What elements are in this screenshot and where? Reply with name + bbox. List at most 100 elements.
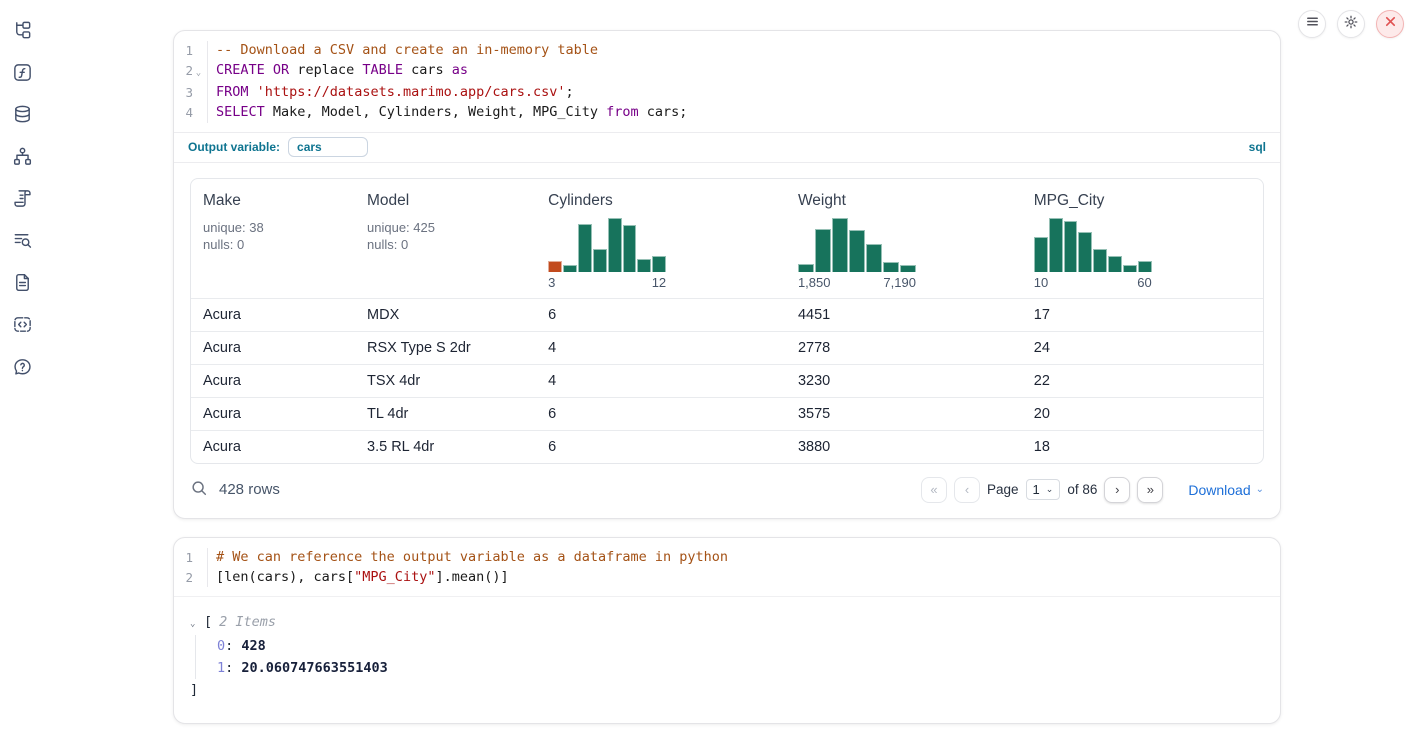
fold-chevron-icon[interactable]: ⌄ — [193, 64, 204, 84]
line-number: 3 — [174, 83, 208, 103]
column-header-mpg-city[interactable]: MPG_City 1060 — [1022, 179, 1263, 299]
document-icon — [12, 272, 33, 298]
sidebar-item-outline[interactable] — [9, 230, 35, 256]
table-row: AcuraTSX 4dr4323022 — [191, 364, 1263, 397]
histogram-bar — [1123, 265, 1137, 271]
python-code-editor[interactable]: 1# We can reference the output variable … — [174, 538, 1280, 596]
table-cell: 3.5 RL 4dr — [355, 430, 536, 463]
table-cell: 17 — [1022, 298, 1263, 331]
data-table-frame: Make unique: 38 nulls: 0 Model unique: 4… — [190, 178, 1264, 464]
sidebar-item-dependency-graph[interactable] — [9, 146, 35, 172]
histogram-bar — [815, 229, 831, 272]
page-select[interactable]: 1 ⌄ — [1026, 479, 1061, 500]
histogram-bar — [1064, 221, 1078, 272]
sidebar-item-file-explorer[interactable] — [9, 20, 35, 46]
table-cell: 22 — [1022, 364, 1263, 397]
table-cell: 4 — [536, 364, 786, 397]
table-cell: 6 — [536, 397, 786, 430]
histogram-bar — [563, 265, 577, 271]
column-header-make[interactable]: Make unique: 38 nulls: 0 — [191, 179, 355, 299]
line-number: 4 — [174, 103, 208, 123]
table-row: Acura3.5 RL 4dr6388018 — [191, 430, 1263, 463]
output-variable-input[interactable] — [288, 137, 368, 157]
first-page-button[interactable]: « — [921, 477, 947, 503]
table-cell: RSX Type S 2dr — [355, 331, 536, 364]
settings-button[interactable] — [1337, 10, 1365, 38]
table-cell: 18 — [1022, 430, 1263, 463]
column-header-cylinders[interactable]: Cylinders 312 — [536, 179, 786, 299]
histogram-bar — [578, 224, 592, 272]
data-table: Make unique: 38 nulls: 0 Model unique: 4… — [191, 179, 1263, 463]
line-number: 1 — [174, 548, 208, 568]
close-icon — [1384, 15, 1397, 33]
table-cell: TL 4dr — [355, 397, 536, 430]
sidebar-item-documentation[interactable] — [9, 272, 35, 298]
cell-language-badge: sql — [1249, 140, 1266, 154]
table-cell: Acura — [191, 364, 355, 397]
histogram-bar — [866, 244, 882, 272]
menu-button[interactable] — [1298, 10, 1326, 38]
sql-code-editor[interactable]: 1-- Download a CSV and create an in-memo… — [174, 31, 1280, 132]
sql-result-output: Make unique: 38 nulls: 0 Model unique: 4… — [174, 163, 1280, 464]
column-header-weight[interactable]: Weight 1,8507,190 — [786, 179, 1022, 299]
table-cell: 24 — [1022, 331, 1263, 364]
notebook: 1-- Download a CSV and create an in-memo… — [173, 30, 1281, 742]
histogram-bar — [1093, 249, 1107, 272]
histogram-bar — [883, 262, 899, 272]
items-count: 2 Items — [219, 611, 276, 633]
database-icon — [12, 104, 33, 130]
histogram-bar — [832, 218, 848, 272]
column-stats: unique: 425 nulls: 0 — [367, 219, 524, 253]
close-bracket: ] — [190, 679, 1264, 701]
table-cell: 6 — [536, 298, 786, 331]
sidebar-item-logs[interactable] — [9, 188, 35, 214]
table-row: AcuraRSX Type S 2dr4277824 — [191, 331, 1263, 364]
table-cell: Acura — [191, 397, 355, 430]
weight-histogram[interactable]: 1,8507,190 — [798, 218, 916, 290]
table-cell: TSX 4dr — [355, 364, 536, 397]
column-stats: unique: 38 nulls: 0 — [203, 219, 343, 253]
column-header-model[interactable]: Model unique: 425 nulls: 0 — [355, 179, 536, 299]
shutdown-button[interactable] — [1376, 10, 1404, 38]
collapse-toggle-icon[interactable]: ⌄ — [190, 613, 204, 635]
search-button[interactable] — [190, 479, 208, 500]
search-icon — [190, 479, 208, 500]
dependency-graph-icon — [12, 146, 33, 172]
table-cell: Acura — [191, 430, 355, 463]
histogram-bar — [652, 256, 666, 272]
next-page-button[interactable]: › — [1104, 477, 1130, 503]
tree-entries: 0: 428 1: 20.060747663551403 — [195, 635, 1264, 679]
table-footer: 428 rows « ‹ Page 1 ⌄ of 86 › » Download… — [174, 464, 1280, 518]
table-cell: 4 — [536, 331, 786, 364]
histogram-bar — [1049, 218, 1063, 272]
menu-icon — [1305, 14, 1320, 34]
table-cell: 6 — [536, 430, 786, 463]
prev-page-button[interactable]: ‹ — [954, 477, 980, 503]
last-page-button[interactable]: » — [1137, 477, 1163, 503]
sidebar-item-help[interactable] — [9, 356, 35, 382]
python-cell: 1# We can reference the output variable … — [173, 537, 1281, 724]
table-cell: Acura — [191, 331, 355, 364]
download-button[interactable]: Download ⌄ — [1188, 482, 1264, 498]
table-cell: 3230 — [786, 364, 1022, 397]
mpg-city-histogram[interactable]: 1060 — [1034, 218, 1152, 290]
notebook-controls — [1298, 10, 1404, 38]
histogram-bar — [849, 230, 865, 272]
scroll-icon — [12, 188, 33, 214]
cylinders-histogram[interactable]: 312 — [548, 218, 666, 290]
python-output: ⌄ [ 2 Items 0: 428 1: 20.060747663551403… — [174, 596, 1280, 723]
histogram-bar — [637, 259, 651, 272]
row-count: 428 rows — [219, 481, 280, 498]
sidebar-item-datasources[interactable] — [9, 104, 35, 130]
table-cell: 20 — [1022, 397, 1263, 430]
output-variable-strip: Output variable: sql — [174, 132, 1280, 163]
table-cell: Acura — [191, 298, 355, 331]
sidebar-item-snippets[interactable] — [9, 314, 35, 340]
help-chat-icon — [12, 356, 33, 382]
chevron-down-icon: ⌄ — [1046, 484, 1054, 495]
line-number: 2⌄ — [174, 61, 208, 84]
histogram-bar — [623, 225, 637, 271]
sidebar-item-variables[interactable] — [9, 62, 35, 88]
table-row: AcuraMDX6445117 — [191, 298, 1263, 331]
gear-icon — [1343, 14, 1359, 35]
